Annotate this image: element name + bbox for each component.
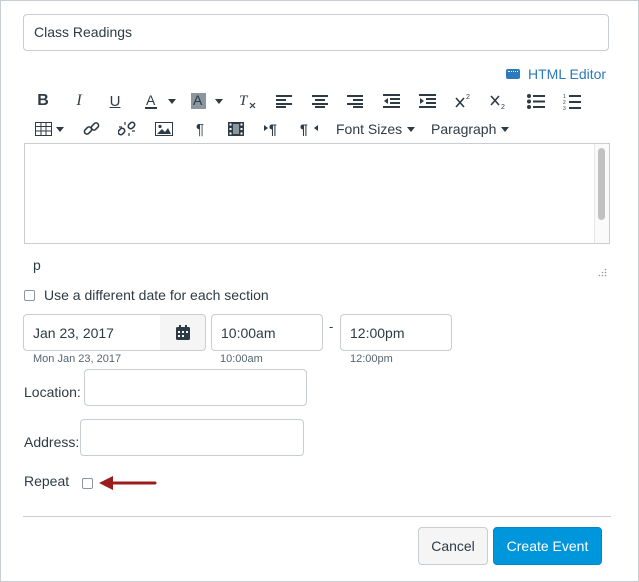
address-input[interactable] (80, 419, 304, 456)
rich-content-editor[interactable] (24, 143, 610, 244)
repeat-checkbox[interactable] (82, 478, 93, 489)
svg-text:2: 2 (466, 94, 470, 101)
end-time-input[interactable]: 12:00pm (340, 314, 452, 351)
media-icon[interactable] (228, 119, 244, 139)
editor-scrollbar[interactable] (594, 144, 609, 243)
start-time-input[interactable]: 10:00am (211, 314, 323, 351)
resize-handle-icon[interactable] (597, 267, 607, 277)
outdent-icon[interactable] (383, 91, 400, 111)
rtl-icon[interactable]: ¶ (300, 119, 318, 139)
location-label: Location: (24, 384, 81, 400)
align-left-icon[interactable] (276, 91, 292, 111)
chevron-down-icon (407, 126, 416, 132)
repeat-label: Repeat (24, 473, 70, 489)
background-color-icon[interactable]: A (191, 91, 225, 111)
address-label: Address: (24, 434, 80, 450)
subscript-icon[interactable]: 2 (490, 91, 506, 111)
svg-text:T: T (239, 93, 249, 109)
font-sizes-dropdown[interactable]: Font Sizes (336, 119, 416, 139)
clear-formatting-icon[interactable]: T (238, 91, 258, 111)
italic-icon[interactable]: I (72, 91, 86, 111)
svg-text:A: A (193, 92, 203, 108)
svg-text:¶: ¶ (300, 121, 308, 137)
bullet-list-icon[interactable] (527, 91, 545, 111)
indent-icon[interactable] (419, 91, 436, 111)
red-arrow-icon (99, 476, 157, 490)
align-right-icon[interactable] (347, 91, 363, 111)
event-title-input[interactable]: Class Readings (23, 14, 609, 51)
keyboard-icon (506, 69, 520, 79)
start-time-hint: 10:00am (220, 353, 263, 365)
different-date-checkbox[interactable] (24, 290, 35, 301)
link-icon[interactable] (83, 119, 101, 139)
end-time-hint: 12:00pm (350, 353, 393, 365)
element-path[interactable]: p (33, 257, 41, 273)
paragraph-label: Paragraph (431, 121, 497, 137)
time-separator: - (329, 319, 334, 334)
superscript-icon[interactable]: 2 (455, 91, 471, 111)
footer-divider (23, 516, 611, 517)
bold-icon[interactable]: B (35, 91, 51, 111)
create-event-button[interactable]: Create Event (493, 527, 602, 565)
paragraph-dropdown[interactable]: Paragraph (431, 119, 510, 139)
svg-text:2: 2 (501, 104, 505, 109)
image-icon[interactable] (155, 119, 173, 139)
html-editor-link[interactable]: HTML Editor (506, 65, 606, 83)
numbered-list-icon[interactable]: 123 (563, 91, 581, 111)
svg-text:¶: ¶ (269, 121, 277, 137)
pilcrow-icon[interactable]: ¶ (193, 119, 207, 139)
text-color-icon[interactable]: A (144, 91, 178, 111)
cancel-button[interactable]: Cancel (418, 527, 488, 565)
svg-text:A: A (146, 92, 156, 108)
font-sizes-label: Font Sizes (336, 121, 403, 137)
date-input[interactable]: Jan 23, 2017 (23, 314, 161, 351)
svg-text:3: 3 (563, 106, 566, 110)
scrollbar-thumb[interactable] (598, 148, 605, 220)
location-input[interactable] (84, 369, 307, 406)
html-editor-label: HTML Editor (528, 66, 607, 82)
different-date-label: Use a different date for each section (44, 287, 269, 303)
align-center-icon[interactable] (312, 91, 328, 111)
chevron-down-icon (501, 126, 510, 132)
underline-icon[interactable]: U (107, 91, 123, 111)
ltr-icon[interactable]: ¶ (264, 119, 282, 139)
date-picker-button[interactable] (160, 314, 206, 351)
calendar-icon (175, 325, 190, 340)
unlink-icon[interactable] (118, 119, 136, 139)
date-hint: Mon Jan 23, 2017 (33, 353, 122, 365)
table-icon[interactable] (35, 119, 65, 139)
